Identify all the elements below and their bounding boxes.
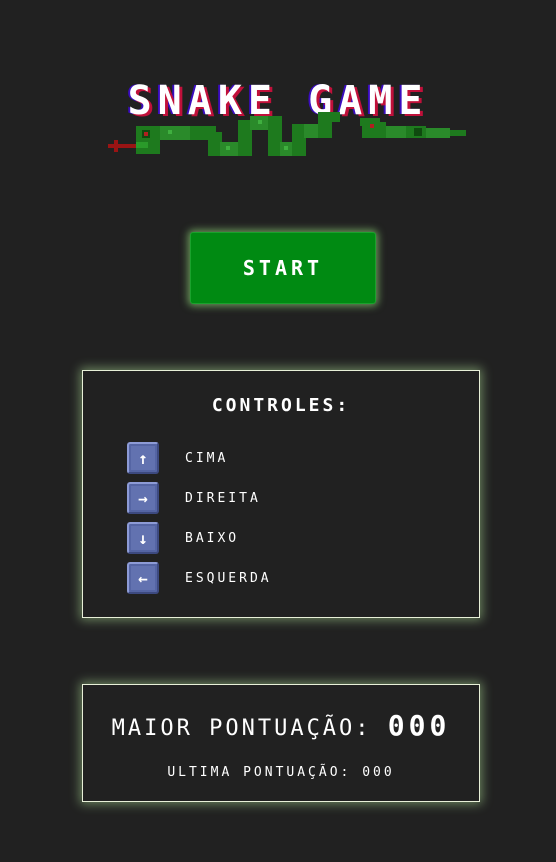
snake-logo-image — [108, 112, 466, 156]
control-label-down: BAIXO — [185, 530, 240, 546]
last-score: ULTIMA PONTUAÇÃO: 000 — [83, 765, 479, 780]
best-score-value: 000 — [387, 709, 451, 742]
arrow-right-icon: → — [127, 482, 159, 514]
last-score-label: ULTIMA PONTUAÇÃO: — [167, 765, 352, 780]
last-score-value: 000 — [362, 765, 395, 780]
controls-title: CONTROLES: — [211, 395, 351, 416]
control-row-down: ↓ BAIXO — [127, 521, 239, 555]
control-row-right: → DIREITA — [127, 481, 261, 515]
best-score: MAIOR PONTUAÇÃO: 000 — [83, 709, 479, 742]
control-label-up: CIMA — [185, 450, 229, 466]
arrow-down-icon: ↓ — [127, 522, 159, 554]
arrow-left-icon: ← — [127, 562, 159, 594]
game-menu: SNAKE GAME START CONTROLES: ↑ CIMA → DIR… — [0, 0, 556, 862]
control-row-up: ↑ CIMA — [127, 441, 228, 475]
arrow-up-icon: ↑ — [127, 442, 159, 474]
controls-panel: CONTROLES: ↑ CIMA → DIREITA ↓ BAIXO ← ES… — [82, 370, 480, 618]
best-score-label: MAIOR PONTUAÇÃO: — [111, 716, 372, 741]
score-panel: MAIOR PONTUAÇÃO: 000 ULTIMA PONTUAÇÃO: 0… — [82, 684, 480, 802]
control-label-left: ESQUERDA — [185, 570, 272, 586]
control-label-right: DIREITA — [185, 490, 261, 506]
start-button[interactable]: START — [190, 232, 376, 304]
control-row-left: ← ESQUERDA — [127, 561, 272, 595]
